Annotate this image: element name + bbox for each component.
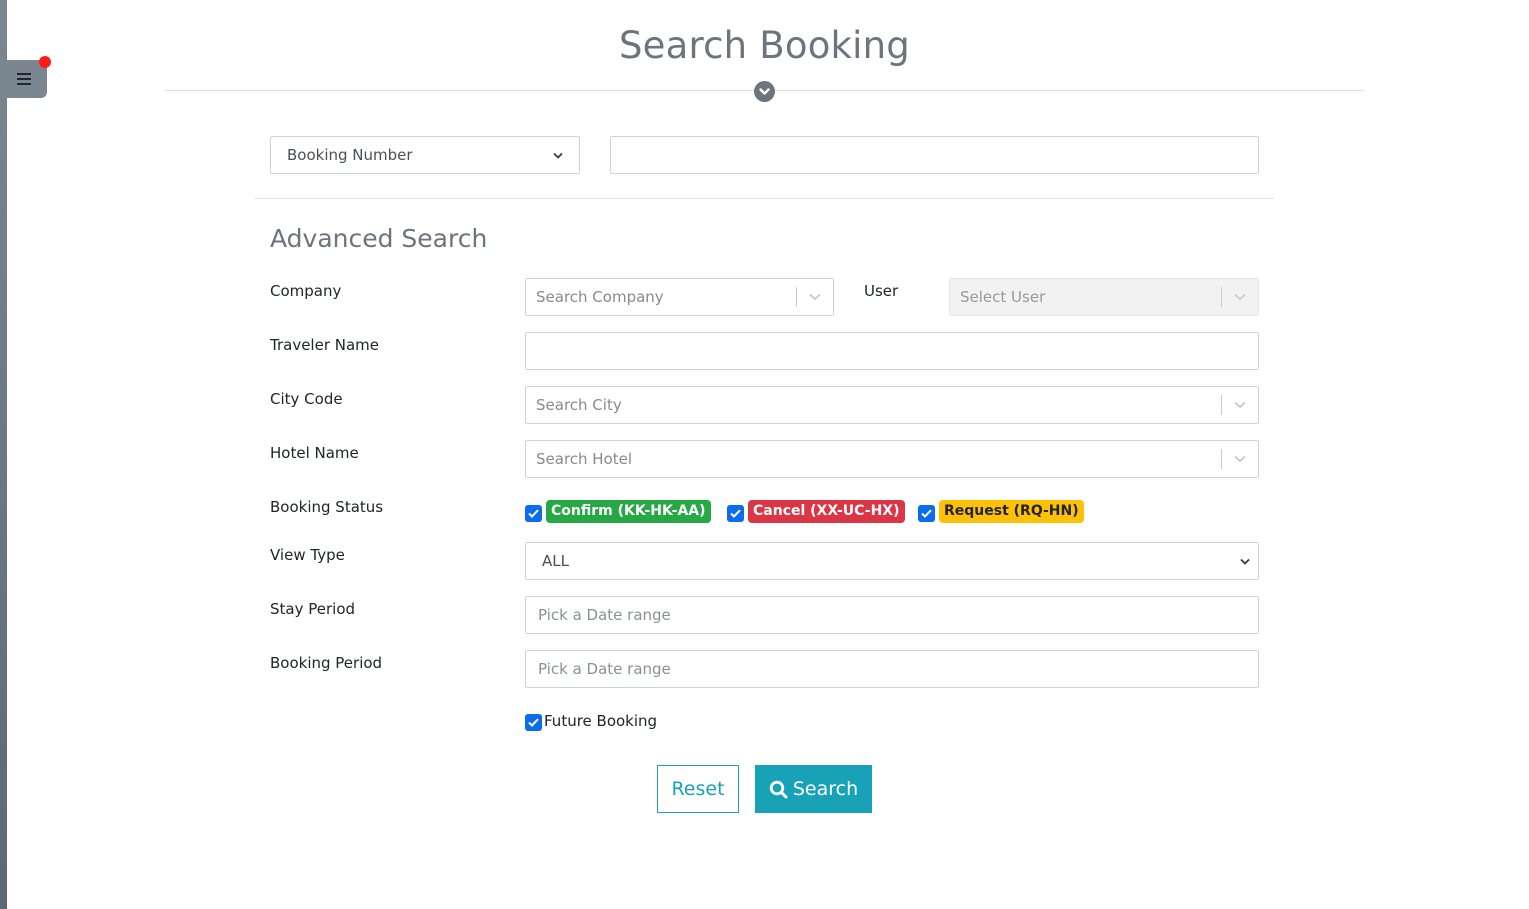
collapse-toggle-button[interactable] — [754, 81, 775, 102]
status-request-option[interactable]: Request (RQ-HN) — [918, 500, 1084, 523]
status-cancel-option[interactable]: Cancel (XX-UC-HX) — [727, 500, 905, 523]
hotel-select[interactable]: Search Hotel — [525, 440, 1259, 478]
view-type-label: View Type — [270, 546, 345, 564]
chevron-down-icon — [1222, 401, 1258, 409]
status-confirm-badge: Confirm (KK-HK-AA) — [546, 500, 711, 523]
search-value-input[interactable] — [610, 136, 1259, 174]
checkmark-icon — [528, 718, 539, 727]
future-booking-option[interactable]: Future Booking — [525, 710, 657, 731]
city-code-label: City Code — [270, 390, 343, 408]
hotel-name-label: Hotel Name — [270, 444, 359, 462]
checkmark-icon — [921, 509, 932, 518]
reset-button[interactable]: Reset — [657, 765, 739, 813]
company-placeholder: Search Company — [536, 288, 664, 306]
view-type-value: ALL — [542, 552, 569, 570]
status-confirm-option[interactable]: Confirm (KK-HK-AA) — [525, 500, 711, 523]
chevron-circle-down-icon — [759, 87, 770, 95]
traveler-name-input[interactable] — [526, 333, 1258, 369]
traveler-name-field — [525, 332, 1259, 370]
search-button-label: Search — [792, 778, 859, 800]
section-divider — [255, 198, 1274, 199]
chevron-down-icon — [1240, 558, 1250, 565]
search-button[interactable]: Search — [755, 765, 872, 813]
booking-status-label: Booking Status — [270, 498, 384, 516]
hamburger-menu-icon — [16, 73, 31, 85]
chevron-down-icon — [797, 293, 833, 301]
stay-period-label: Stay Period — [270, 600, 356, 618]
checkmark-icon — [730, 509, 741, 518]
user-placeholder: Select User — [960, 288, 1046, 306]
search-icon — [769, 780, 788, 798]
chevron-down-icon — [1222, 455, 1258, 463]
chevron-down-icon — [553, 152, 563, 159]
status-confirm-checkbox[interactable] — [525, 505, 542, 522]
user-select: Select User — [949, 278, 1259, 316]
city-placeholder: Search City — [536, 396, 622, 414]
city-select[interactable]: Search City — [525, 386, 1259, 424]
status-request-badge: Request (RQ-HN) — [939, 500, 1084, 523]
page-title: Search Booking — [619, 24, 910, 67]
user-label: User — [864, 282, 899, 300]
company-select[interactable]: Search Company — [525, 278, 834, 316]
future-booking-checkbox[interactable] — [525, 714, 542, 731]
hotel-placeholder: Search Hotel — [536, 450, 633, 468]
status-cancel-checkbox[interactable] — [727, 505, 744, 522]
stay-period-input[interactable] — [526, 597, 1258, 633]
status-request-checkbox[interactable] — [918, 505, 935, 522]
booking-period-input[interactable] — [526, 651, 1258, 687]
checkmark-icon — [528, 509, 539, 518]
booking-period-label: Booking Period — [270, 654, 383, 672]
sidebar-rail — [0, 0, 7, 909]
chevron-down-icon — [1222, 293, 1258, 301]
search-type-value: Booking Number — [287, 146, 413, 164]
booking-period-field — [525, 650, 1259, 688]
company-label: Company — [270, 282, 342, 300]
stay-period-field — [525, 596, 1259, 634]
status-cancel-badge: Cancel (XX-UC-HX) — [748, 500, 905, 523]
traveler-name-label: Traveler Name — [270, 336, 380, 354]
future-booking-label: Future Booking — [544, 711, 658, 730]
view-type-select[interactable]: ALL — [525, 542, 1259, 580]
search-type-select[interactable]: Booking Number — [270, 136, 580, 174]
advanced-search-title: Advanced Search — [270, 224, 488, 253]
